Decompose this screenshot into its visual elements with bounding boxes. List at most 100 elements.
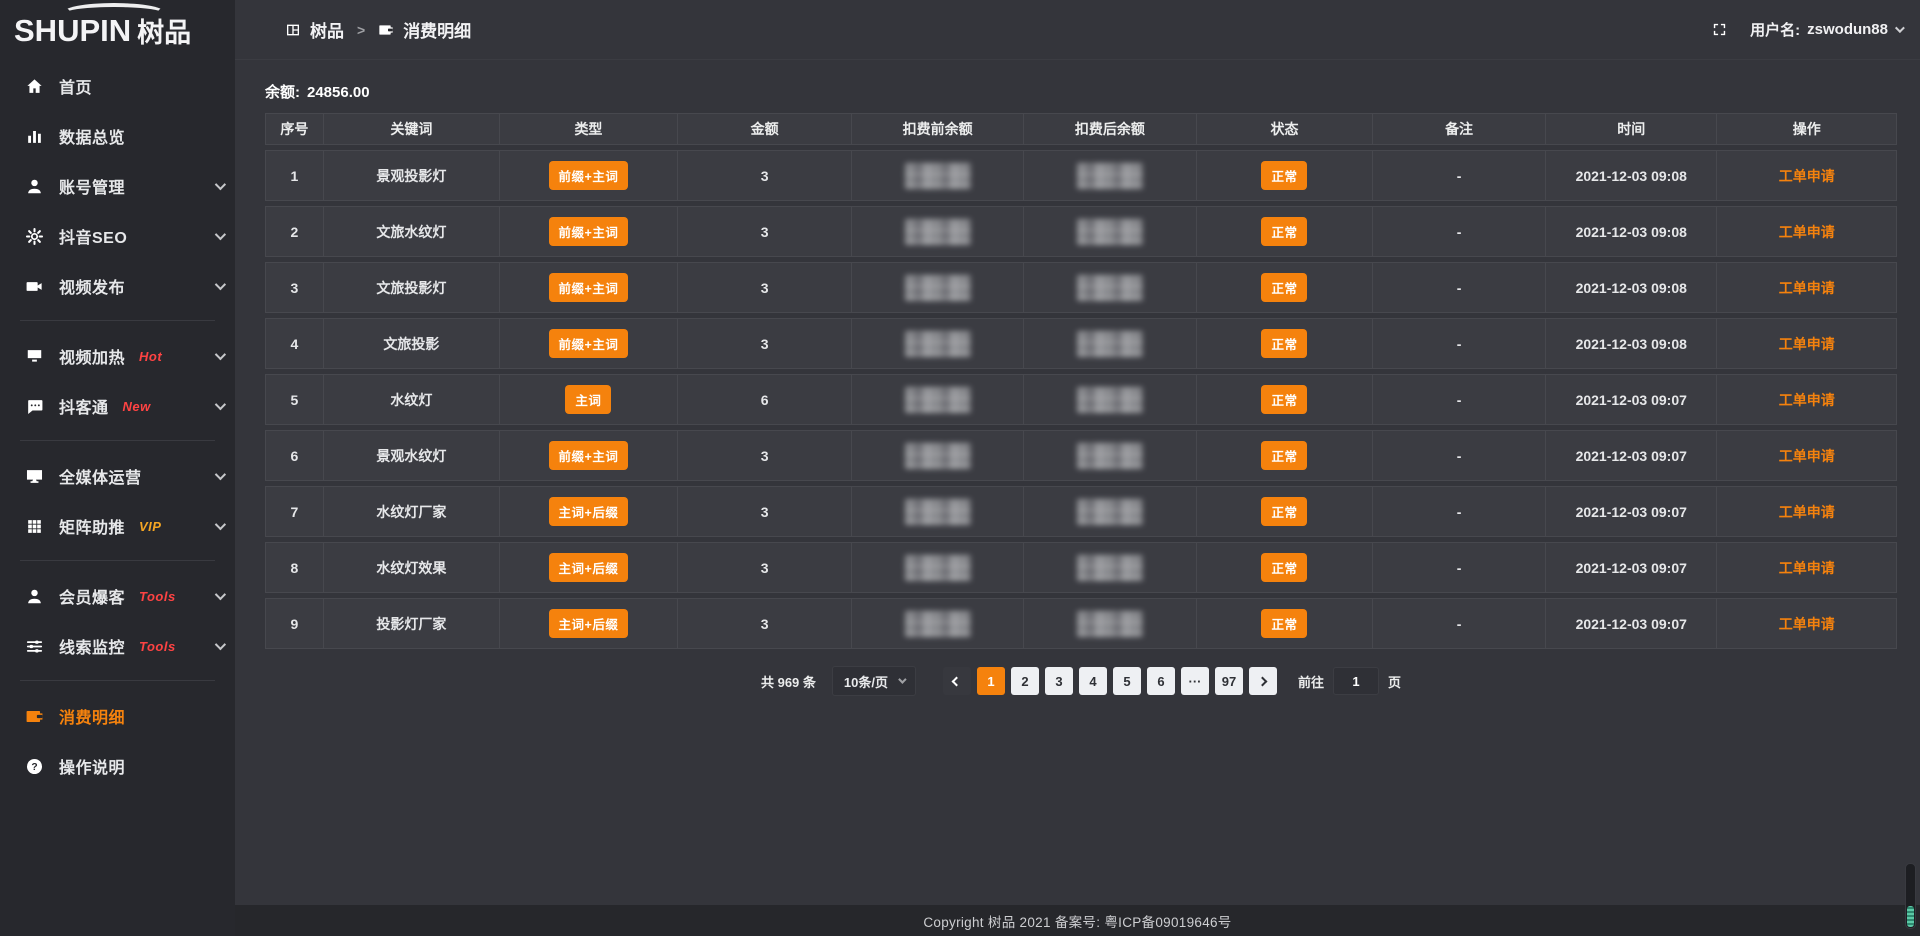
chevron-down-icon: [215, 519, 226, 530]
cell-action: 工单申请: [1717, 598, 1897, 649]
sidebar-item-矩阵助推[interactable]: 矩阵助推VIP: [0, 501, 235, 551]
cell-type: 前缀+主词: [500, 430, 678, 481]
breadcrumb-home[interactable]: 树品: [310, 17, 344, 42]
work-order-link[interactable]: 工单申请: [1779, 168, 1835, 184]
cell-time: 2021-12-03 09:07: [1546, 374, 1717, 425]
sidebar-item-首页[interactable]: 首页: [0, 61, 235, 111]
chevron-down-icon: [1895, 23, 1905, 33]
menu-divider: [20, 320, 215, 321]
sidebar-item-label: 数据总览: [59, 124, 125, 148]
work-order-link[interactable]: 工单申请: [1779, 504, 1835, 520]
balance-value: 24856.00: [307, 84, 370, 101]
wallet-icon: [25, 707, 44, 726]
cell-index: 4: [265, 318, 324, 369]
chevron-down-icon: [215, 179, 226, 190]
cell-amount: 3: [678, 542, 853, 593]
cell-index: 5: [265, 374, 324, 425]
work-order-link[interactable]: 工单申请: [1779, 560, 1835, 576]
cell-index: 2: [265, 206, 324, 257]
cell-status: 正常: [1197, 542, 1373, 593]
cell-time: 2021-12-03 09:07: [1546, 486, 1717, 537]
censored-value: [905, 443, 971, 469]
cell-action: 工单申请: [1717, 542, 1897, 593]
column-header: 备注: [1373, 113, 1546, 145]
sidebar-menu: 首页数据总览账号管理抖音SEO视频发布视频加热 Hot 抖客通New 全媒体运营矩阵助…: [0, 61, 235, 791]
cell-action: 工单申请: [1717, 206, 1897, 257]
table-row: 8水纹灯效果主词+后缀3正常-2021-12-03 09:07工单申请: [265, 542, 1897, 593]
sidebar-item-视频发布[interactable]: 视频发布: [0, 261, 235, 311]
sidebar-item-badge: Tools: [139, 639, 176, 654]
sidebar-item-消费明细[interactable]: 消费明细: [0, 691, 235, 741]
sidebar-item-账号管理[interactable]: 账号管理: [0, 161, 235, 211]
cell-index: 6: [265, 430, 324, 481]
work-order-link[interactable]: 工单申请: [1779, 392, 1835, 408]
page-size-value: 10条/页: [844, 672, 888, 691]
work-order-link[interactable]: 工单申请: [1779, 280, 1835, 296]
cell-note: -: [1373, 598, 1546, 649]
grid-icon: [25, 517, 44, 536]
sidebar-item-操作说明[interactable]: ?操作说明: [0, 741, 235, 791]
cell-pre-balance: [852, 262, 1023, 313]
cell-action: 工单申请: [1717, 318, 1897, 369]
scrollbar[interactable]: [1905, 863, 1916, 929]
page-size-select[interactable]: 10条/页: [832, 666, 916, 696]
work-order-link[interactable]: 工单申请: [1779, 616, 1835, 632]
page-button-2[interactable]: 2: [1011, 667, 1039, 695]
cell-time: 2021-12-03 09:07: [1546, 598, 1717, 649]
cell-index: 3: [265, 262, 324, 313]
sidebar-item-视频加热[interactable]: 视频加热 Hot: [0, 331, 235, 381]
chevron-down-icon: [215, 349, 226, 360]
screen-icon: [25, 347, 44, 366]
member-icon: [25, 587, 44, 606]
sidebar-item-badge: VIP: [139, 519, 161, 534]
prev-page-button[interactable]: [943, 667, 971, 695]
page-button-6[interactable]: 6: [1147, 667, 1175, 695]
scrollbar-thumb[interactable]: [1907, 906, 1914, 927]
sidebar-item-badge: Hot: [139, 349, 162, 364]
censored-value: [905, 387, 971, 413]
table-row: 4文旅投影前缀+主词3正常-2021-12-03 09:08工单申请: [265, 318, 1897, 369]
page-buttons: 123456···97: [974, 667, 1246, 695]
sidebar-item-全媒体运营[interactable]: 全媒体运营: [0, 451, 235, 501]
work-order-link[interactable]: 工单申请: [1779, 448, 1835, 464]
page-button-1[interactable]: 1: [977, 667, 1005, 695]
goto-label: 前往: [1298, 672, 1324, 691]
dashboard-icon: [285, 22, 301, 38]
sidebar-item-线索监控[interactable]: 线索监控 Tools: [0, 621, 235, 671]
sidebar-item-label: 抖客通: [59, 394, 109, 418]
work-order-link[interactable]: 工单申请: [1779, 224, 1835, 240]
work-order-link[interactable]: 工单申请: [1779, 336, 1835, 352]
sidebar-item-抖客通[interactable]: 抖客通New: [0, 381, 235, 431]
cell-amount: 3: [678, 150, 853, 201]
question-icon: ?: [25, 757, 44, 776]
page-button-97[interactable]: 97: [1215, 667, 1243, 695]
table-body: 1景观投影灯前缀+主词3正常-2021-12-03 09:08工单申请2文旅水纹…: [265, 150, 1897, 649]
sidebar-item-label: 视频加热: [59, 344, 125, 368]
app-root: SHUPIN 树品 首页数据总览账号管理抖音SEO视频发布视频加热Hot抖客通N…: [0, 0, 1920, 936]
status-badge: 前缀+主词: [549, 441, 629, 470]
pagination-total: 共 969 条: [761, 672, 816, 691]
cell-type: 主词: [500, 374, 678, 425]
balance-label: 余额:: [265, 84, 300, 101]
table-row: 7水纹灯厂家主词+后缀3正常-2021-12-03 09:07工单申请: [265, 486, 1897, 537]
page-button-5[interactable]: 5: [1113, 667, 1141, 695]
sidebar-item-label: 线索监控: [59, 634, 125, 658]
sidebar-item-数据总览[interactable]: 数据总览: [0, 111, 235, 161]
more-pages-button[interactable]: ···: [1181, 667, 1209, 695]
page-button-3[interactable]: 3: [1045, 667, 1073, 695]
goto-page-input[interactable]: [1333, 667, 1379, 695]
fullscreen-icon[interactable]: [1711, 21, 1728, 38]
page-button-4[interactable]: 4: [1079, 667, 1107, 695]
cell-time: 2021-12-03 09:07: [1546, 430, 1717, 481]
cell-keyword: 景观投影灯: [324, 150, 500, 201]
cell-index: 1: [265, 150, 324, 201]
sidebar-item-抖音SEO[interactable]: 抖音SEO: [0, 211, 235, 261]
status-badge: 正常: [1261, 161, 1307, 190]
column-header: 金额: [678, 113, 853, 145]
sidebar-item-会员爆客[interactable]: 会员爆客Tools: [0, 571, 235, 621]
sidebar-item-label: 消费明细: [59, 704, 125, 728]
user-menu[interactable]: 用户名: zswodun88: [1750, 19, 1902, 40]
monitor-icon: [25, 467, 44, 486]
table-header-row: 序号关键词类型金额扣费前余额扣费后余额状态备注时间操作: [265, 113, 1897, 145]
next-page-button[interactable]: [1249, 667, 1277, 695]
